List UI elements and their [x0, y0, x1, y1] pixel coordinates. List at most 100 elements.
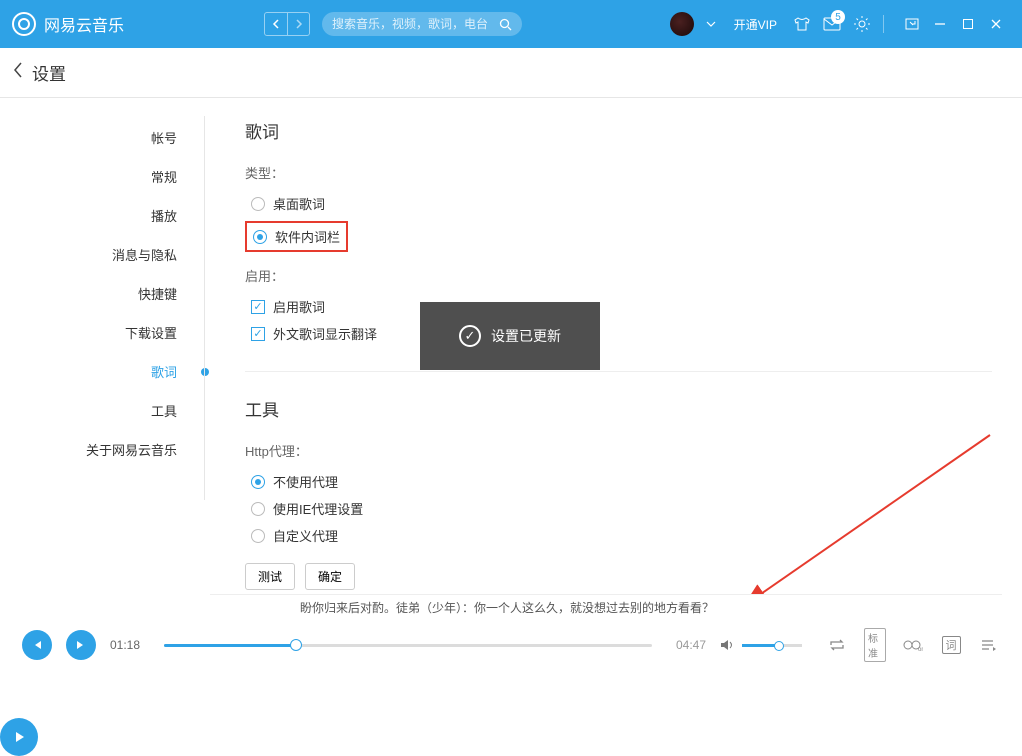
sidebar-item-download[interactable]: 下载设置: [0, 313, 205, 352]
lyric-text: 盼你归来后对酌。徒弟（少年）：你一个人这么久，就没想过去别的地方看看？: [300, 599, 714, 616]
chevron-right-icon: [295, 19, 303, 29]
checkbox-show-translation[interactable]: ✓ 外文歌词显示翻译: [245, 320, 992, 347]
settings-sidebar: 帐号 常规 播放 消息与隐私 快捷键 下载设置 歌词 工具 关于网易云音乐: [0, 98, 205, 600]
sidebar-item-label: 下载设置: [125, 326, 177, 341]
total-time: 04:47: [666, 638, 706, 652]
search-box[interactable]: [322, 12, 522, 36]
vip-link[interactable]: 开通VIP: [734, 16, 777, 33]
sidebar-item-label: 帐号: [151, 131, 177, 146]
radio-icon: [251, 475, 265, 489]
skin-button[interactable]: [787, 9, 817, 39]
maximize-button[interactable]: [954, 10, 982, 38]
effect-icon: on: [903, 638, 923, 652]
sidebar-item-label: 快捷键: [138, 287, 177, 302]
checkbox-label: 外文歌词显示翻译: [273, 324, 377, 343]
shirt-icon: [793, 16, 811, 32]
check-circle-icon: ✓: [459, 325, 481, 347]
quality-label: 标准: [864, 628, 886, 662]
radio-icon: [251, 197, 265, 211]
check-icon: ✓: [251, 300, 265, 314]
radio-proxy-none[interactable]: 不使用代理: [245, 468, 992, 495]
prev-track-button[interactable]: [22, 630, 52, 660]
radio-label: 使用IE代理设置: [273, 499, 363, 518]
app-name: 网易云音乐: [44, 12, 124, 36]
quality-button[interactable]: 标准: [864, 628, 886, 662]
radio-icon: [253, 230, 267, 244]
section-title-tools: 工具: [245, 396, 992, 421]
sound-effect-button[interactable]: on: [902, 638, 924, 652]
minimize-icon: [934, 18, 946, 30]
radio-proxy-custom[interactable]: 自定义代理: [245, 522, 992, 549]
gear-icon: [853, 15, 871, 33]
radio-icon: [251, 529, 265, 543]
close-icon: [990, 18, 1002, 30]
radio-icon: [251, 502, 265, 516]
sidebar-item-label: 歌词: [151, 365, 177, 380]
confirm-button[interactable]: 确定: [305, 563, 355, 590]
play-pause-button[interactable]: [0, 718, 38, 756]
mini-mode-button[interactable]: [898, 10, 926, 38]
sidebar-item-label: 播放: [151, 209, 177, 224]
sidebar-item-about[interactable]: 关于网易云音乐: [0, 430, 205, 469]
messages-button[interactable]: 5: [817, 9, 847, 39]
user-avatar[interactable]: [670, 12, 694, 36]
radio-inapp-lyric-highlight: 软件内词栏: [245, 221, 348, 252]
check-icon: ✓: [251, 327, 265, 341]
settings-button[interactable]: [847, 9, 877, 39]
radio-label: 桌面歌词: [273, 194, 325, 213]
playlist-icon: [981, 638, 997, 652]
back-button[interactable]: [12, 61, 24, 85]
sidebar-item-account[interactable]: 帐号: [0, 118, 205, 157]
playlist-button[interactable]: [978, 638, 1000, 652]
elapsed-time: 01:18: [110, 638, 150, 652]
lyric-toggle-label: 词: [942, 636, 961, 654]
chevron-left-icon: [272, 19, 280, 29]
player-extra-controls: 标准 on 词: [826, 628, 1000, 662]
lyric-strip[interactable]: 盼你归来后对酌。徒弟（少年）：你一个人这么久，就没想过去别的地方看看？: [210, 594, 1002, 620]
sidebar-item-privacy[interactable]: 消息与隐私: [0, 235, 205, 274]
test-button[interactable]: 测试: [245, 563, 295, 590]
volume-control[interactable]: [720, 638, 802, 652]
chevron-left-icon: [12, 61, 24, 79]
radio-label: 不使用代理: [273, 472, 338, 491]
sidebar-item-general[interactable]: 常规: [0, 157, 205, 196]
radio-inapp-lyric[interactable]: 软件内词栏: [253, 227, 340, 246]
maximize-icon: [962, 18, 974, 30]
user-dropdown-icon[interactable]: [706, 21, 716, 27]
nav-back-button[interactable]: [265, 13, 287, 35]
app-logo[interactable]: 网易云音乐: [12, 12, 124, 36]
toast-text: 设置已更新: [491, 326, 561, 346]
checkbox-label: 启用歌词: [273, 297, 325, 316]
checkbox-enable-lyrics[interactable]: ✓ 启用歌词: [245, 293, 992, 320]
section-title-lyrics: 歌词: [245, 118, 992, 143]
progress-bar[interactable]: [164, 644, 652, 647]
section-divider: [245, 371, 992, 372]
loop-button[interactable]: [826, 638, 848, 652]
sidebar-item-tools[interactable]: 工具: [0, 391, 205, 430]
page-title: 设置: [32, 60, 66, 85]
sidebar-item-shortcuts[interactable]: 快捷键: [0, 274, 205, 313]
nav-forward-button[interactable]: [287, 13, 309, 35]
sidebar-item-playback[interactable]: 播放: [0, 196, 205, 235]
play-icon: [12, 730, 26, 744]
logo-icon: [12, 12, 36, 36]
sidebar-item-lyrics[interactable]: 歌词: [0, 352, 205, 391]
close-button[interactable]: [982, 10, 1010, 38]
radio-desktop-lyric[interactable]: 桌面歌词: [245, 190, 992, 217]
settings-content: 歌词 类型 桌面歌词 软件内词栏 启用 ✓ 启用歌词 ✓ 外文歌词显示翻译 工具…: [205, 98, 1022, 600]
progress-knob[interactable]: [290, 639, 302, 651]
player-bar: 01:18 04:47 标准 on 词: [0, 620, 1022, 670]
lyric-toggle-button[interactable]: 词: [940, 636, 962, 654]
field-label-enable: 启用: [245, 266, 992, 285]
field-label-type: 类型: [245, 163, 992, 182]
top-header: 网易云音乐 开通VIP 5: [0, 0, 1022, 48]
volume-icon: [720, 638, 736, 652]
search-input[interactable]: [332, 17, 499, 31]
next-track-button[interactable]: [66, 630, 96, 660]
sidebar-item-label: 关于网易云音乐: [86, 443, 177, 458]
field-label-proxy: Http代理: [245, 441, 992, 460]
volume-slider[interactable]: [742, 644, 802, 647]
radio-label: 软件内词栏: [275, 227, 340, 246]
minimize-button[interactable]: [926, 10, 954, 38]
radio-proxy-ie[interactable]: 使用IE代理设置: [245, 495, 992, 522]
